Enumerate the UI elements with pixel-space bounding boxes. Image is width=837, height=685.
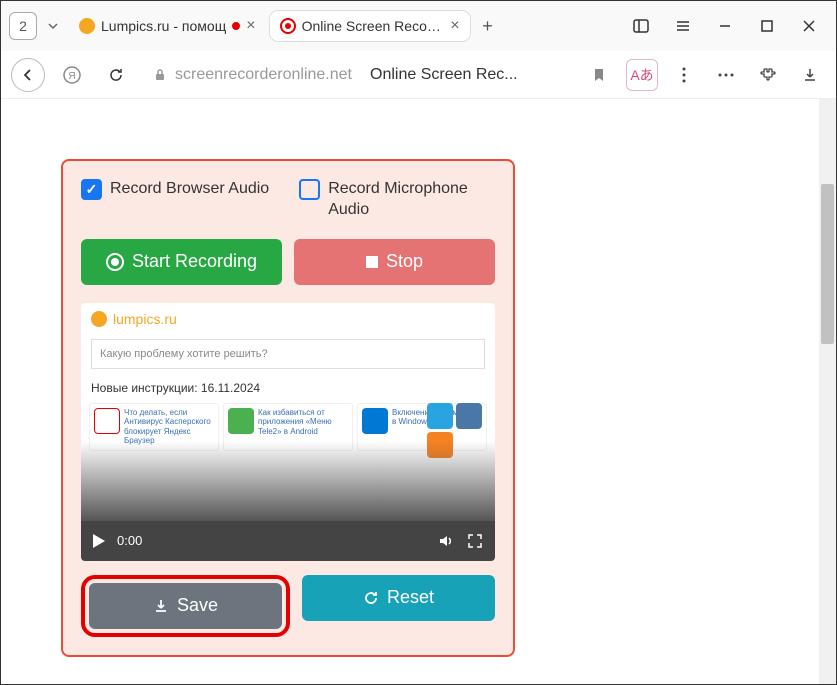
video-controls: 0:00 <box>81 521 495 561</box>
preview-brand: lumpics.ru <box>113 311 177 327</box>
url-box[interactable]: screenrecorderonline.net Online Screen R… <box>143 57 616 93</box>
video-gradient <box>81 441 495 521</box>
close-icon[interactable]: × <box>450 17 459 35</box>
reset-button[interactable]: Reset <box>302 575 495 621</box>
overflow-button[interactable] <box>710 59 742 91</box>
downloads-button[interactable] <box>794 59 826 91</box>
preview-search: Какую проблему хотите решить? <box>91 339 485 369</box>
label-mic-audio: Record Microphone Audio <box>328 179 478 221</box>
record-icon <box>106 253 124 271</box>
reload-button[interactable] <box>99 58 133 92</box>
favicon-recorder <box>280 18 296 34</box>
close-window-button[interactable] <box>790 7 828 45</box>
reset-label: Reset <box>387 587 434 608</box>
play-button[interactable] <box>93 534 105 548</box>
window-titlebar: 2 Lumpics.ru - помощ × Online Screen Rec… <box>1 1 836 51</box>
volume-button[interactable] <box>437 532 455 550</box>
lock-icon <box>153 68 167 82</box>
video-time: 0:00 <box>117 533 142 548</box>
preview-logo-icon <box>91 311 107 327</box>
translate-button[interactable]: Aあ <box>626 59 658 91</box>
tab-screenrecorder[interactable]: Online Screen Recorder × <box>270 11 470 41</box>
social-vk-icon <box>456 403 482 429</box>
stop-icon <box>366 256 378 268</box>
scrollbar-thumb[interactable] <box>821 184 834 344</box>
stop-recording-button[interactable]: Stop <box>294 239 495 285</box>
stop-label: Stop <box>386 251 423 272</box>
bookmark-icon[interactable] <box>592 67 606 83</box>
new-tab-button[interactable]: + <box>474 12 502 40</box>
fullscreen-button[interactable] <box>467 533 483 549</box>
tab-count[interactable]: 2 <box>9 12 37 40</box>
save-label: Save <box>177 595 218 616</box>
recording-indicator-icon <box>232 22 240 30</box>
reset-icon <box>363 590 379 606</box>
label-browser-audio: Record Browser Audio <box>110 179 269 200</box>
close-icon[interactable]: × <box>246 17 255 35</box>
option-mic-audio[interactable]: Record Microphone Audio <box>299 179 478 221</box>
maximize-button[interactable] <box>748 7 786 45</box>
tab-list-dropdown[interactable] <box>41 14 65 38</box>
yandex-button[interactable]: Я <box>55 58 89 92</box>
extensions-button[interactable] <box>752 59 784 91</box>
more-button[interactable] <box>668 59 700 91</box>
back-button[interactable] <box>11 58 45 92</box>
save-highlight: Save <box>81 575 290 637</box>
favicon-lumpics <box>79 18 95 34</box>
start-recording-button[interactable]: Start Recording <box>81 239 282 285</box>
social-telegram-icon <box>427 403 453 429</box>
tab-lumpics[interactable]: Lumpics.ru - помощ × <box>69 11 266 41</box>
tab-title: Lumpics.ru - помощ <box>101 18 226 34</box>
scrollbar-track[interactable] <box>819 99 836 684</box>
tab-title: Online Screen Recorder <box>302 18 445 34</box>
preview-subtitle: Новые инструкции: 16.11.2024 <box>81 373 495 403</box>
menu-icon[interactable] <box>664 7 702 45</box>
checkbox-browser-audio[interactable] <box>81 179 102 200</box>
address-bar: Я screenrecorderonline.net Online Screen… <box>1 51 836 99</box>
url-page-title: Online Screen Rec... <box>370 66 518 84</box>
start-label: Start Recording <box>132 251 257 272</box>
save-button[interactable]: Save <box>89 583 282 629</box>
page-content: Record Browser Audio Record Microphone A… <box>1 99 836 684</box>
recorder-panel: Record Browser Audio Record Microphone A… <box>61 159 515 657</box>
card-icon <box>94 408 120 434</box>
card-icon <box>362 408 388 434</box>
minimize-button[interactable] <box>706 7 744 45</box>
sidebar-toggle-icon[interactable] <box>622 7 660 45</box>
svg-text:Я: Я <box>68 71 75 82</box>
video-preview: lumpics.ru Какую проблему хотите решить?… <box>81 303 495 561</box>
download-icon <box>153 598 169 614</box>
url-domain: screenrecorderonline.net <box>175 66 352 84</box>
checkbox-mic-audio[interactable] <box>299 179 320 200</box>
card-icon <box>228 408 254 434</box>
option-browser-audio[interactable]: Record Browser Audio <box>81 179 269 221</box>
